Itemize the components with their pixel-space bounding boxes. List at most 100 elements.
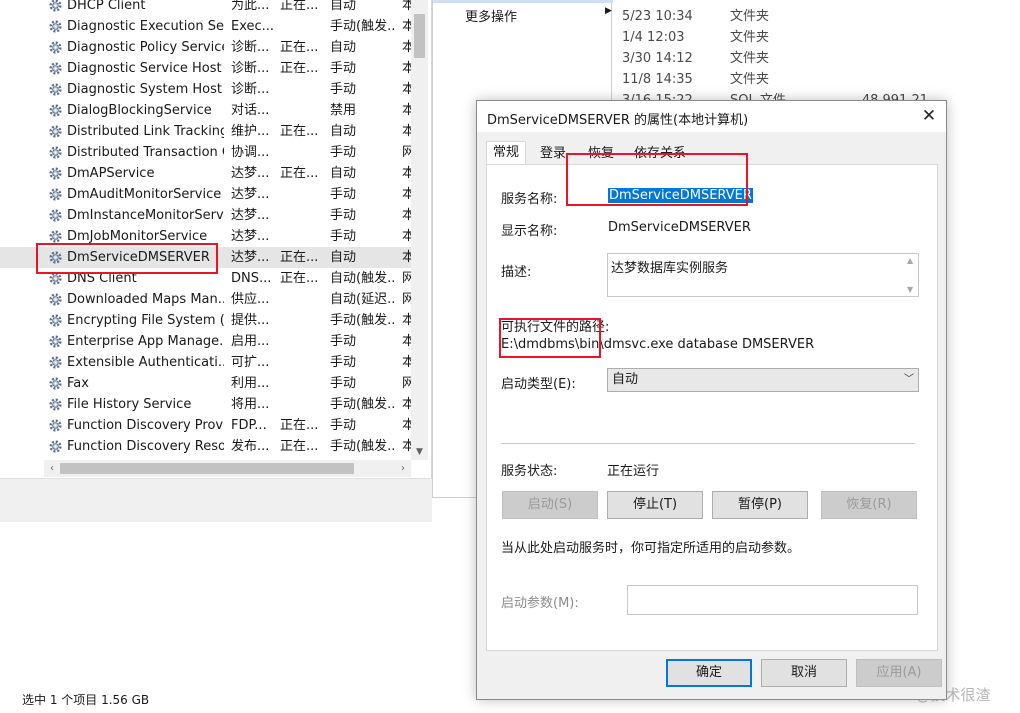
scroll-down-arrow-icon[interactable]: ▼ [413,446,426,458]
service-name-cell: Diagnostic Execution Ser... [67,19,224,34]
startup-type-dropdown[interactable]: 自动 ﹀ [607,368,919,392]
scroll-left-arrow-icon[interactable]: ‹ [46,462,58,475]
start-button[interactable]: 启动(S) [502,491,598,519]
service-name-cell: DHCP Client [67,0,146,13]
service-name-cell: Downloaded Maps Man... [67,292,224,307]
service-gear-icon [48,418,63,433]
pause-button[interactable]: 暂停(P) [712,491,808,519]
service-row[interactable]: DmAPService 达梦... 正在... 自动 本 [0,163,411,184]
service-name-cell: Distributed Transaction C... [67,145,224,160]
service-name-cell: Diagnostic Policy Service [67,40,224,55]
service-description-cell: 诊断... [231,40,270,55]
service-startup-cell: 自动 [330,124,357,139]
dialog-titlebar[interactable]: DmServiceDMSERVER 的属性(本地计算机) ✕ [477,101,946,132]
service-description-cell: 将用... [231,397,270,412]
description-scrollbar[interactable]: ▲ ▼ [904,254,918,296]
explorer-status-bar: 选中 1 个项目 1.56 GB [22,693,150,707]
service-logon-cell: 本 [402,40,411,55]
services-horizontal-scrollbar[interactable]: ‹ › [44,460,411,477]
service-row[interactable]: Extensible Authenticati... 可扩... 手动 本 [0,352,411,373]
service-status-cell: 正在... [280,124,319,139]
service-startup-cell: 手动(触发... [330,313,396,328]
service-logon-cell: 网 [402,271,411,286]
cancel-button[interactable]: 取消 [761,659,847,687]
service-row[interactable]: Encrypting File System (E... 提供... 手动(触发..… [0,310,411,331]
more-actions-menu-item[interactable]: 更多操作 [465,6,517,25]
ok-button[interactable]: 确定 [666,659,752,687]
description-value: 达梦数据库实例服务 [611,261,729,276]
service-row[interactable]: Function Discovery Reso... 发布... 正在... 手动(触… [0,436,411,457]
service-description-cell: 达梦... [231,250,270,265]
service-gear-icon [48,313,63,328]
service-row[interactable]: Distributed Transaction C... 协调... 手动 网 [0,142,411,163]
service-name-cell: DmInstanceMonitorService [67,208,224,223]
service-gear-icon [48,397,63,412]
service-row[interactable]: Diagnostic Execution Ser... Exec... 手动(触发.… [0,16,411,37]
service-row[interactable]: DmAuditMonitorService 达梦... 手动 本 [0,184,411,205]
description-label: 描述: [501,265,532,280]
horizontal-scroll-thumb[interactable] [60,463,354,474]
scroll-up-arrow-icon[interactable]: ▲ [907,256,913,265]
service-row[interactable]: DHCP Client 为此... 正在... 自动 本 [0,0,411,16]
service-logon-cell: 本 [402,61,411,76]
service-row[interactable]: Distributed Link Tracking... 维护... 正在... 自动… [0,121,411,142]
scroll-down-arrow-icon[interactable]: ▼ [907,285,913,294]
service-row[interactable]: Diagnostic System Host 诊断... 手动 本 [0,79,411,100]
service-gear-icon [48,208,63,223]
apply-button[interactable]: 应用(A) [856,659,942,687]
service-logon-cell: 本 [402,334,411,349]
file-date-cell: 1/4 12:03 [622,30,685,45]
service-logon-cell: 本 [402,439,411,454]
service-startup-cell: 手动 [330,418,357,433]
service-row[interactable]: Diagnostic Service Host 诊断... 正在... 手动 本 [0,58,411,79]
service-logon-cell: 本 [402,313,411,328]
service-logon-cell: 本 [402,397,411,412]
vertical-scroll-thumb[interactable] [414,14,425,58]
resume-button[interactable]: 恢复(R) [821,491,917,519]
service-gear-icon [48,355,63,370]
tab-general[interactable]: 常规 [486,141,526,165]
service-gear-icon [48,166,63,181]
stop-button[interactable]: 停止(T) [607,491,703,519]
service-description-cell: 达梦... [231,166,270,181]
service-name-cell: Enterprise App Manage... [67,334,224,349]
service-description-cell: 提供... [231,313,270,328]
service-description-cell: 达梦... [231,229,270,244]
service-logon-cell: 本 [402,166,411,181]
service-status-value: 正在运行 [607,464,660,479]
service-startup-cell: 自动 [330,166,357,181]
service-description-cell: 可扩... [231,355,270,370]
service-row[interactable]: Enterprise App Manage... 启用... 手动 本 [0,331,411,352]
service-status-cell: 正在... [280,0,319,13]
service-startup-cell: 手动 [330,208,357,223]
service-row[interactable]: Function Discovery Provi... FDP... 正在... 手动… [0,415,411,436]
services-vertical-scrollbar[interactable]: ▼ [411,0,428,460]
service-startup-cell: 手动 [330,376,357,391]
start-params-label: 启动参数(M): [501,596,579,611]
service-name-cell: DialogBlockingService [67,103,212,118]
description-textbox[interactable]: 达梦数据库实例服务 ▲ ▼ [607,253,919,297]
services-list[interactable]: DHCP Client 为此... 正在... 自动本 Diagnostic Execu… [0,0,411,460]
service-row[interactable]: DialogBlockingService 对话... 禁用 本 [0,100,411,121]
service-description-cell: DNS... [231,271,272,286]
scroll-right-arrow-icon[interactable]: › [397,462,409,475]
service-name-cell: Function Discovery Reso... [67,439,224,454]
service-description-cell: 启用... [231,334,270,349]
service-logon-cell: 本 [402,250,411,265]
service-row[interactable]: Fax 利用... 手动 网 [0,373,411,394]
annotation-box-service-name [566,153,748,206]
service-gear-icon [48,439,63,454]
file-date-cell: 3/30 14:12 [622,51,693,66]
service-row[interactable]: DmInstanceMonitorService 达梦... 手动 本 [0,205,411,226]
display-name-label: 显示名称: [501,224,558,239]
start-params-input[interactable] [627,585,918,615]
service-row[interactable]: Downloaded Maps Man... 供应... 自动(延迟... 网 [0,289,411,310]
service-status-cell: 正在... [280,61,319,76]
file-date-cell: 11/8 14:35 [622,72,693,87]
service-description-cell: 达梦... [231,187,270,202]
service-gear-icon [48,0,63,13]
close-icon[interactable]: ✕ [918,105,940,127]
service-row[interactable]: Diagnostic Policy Service 诊断... 正在... 自动 本 [0,37,411,58]
service-row[interactable]: File History Service 将用... 手动(触发... 本 [0,394,411,415]
service-name-cell: Extensible Authenticati... [67,355,224,370]
